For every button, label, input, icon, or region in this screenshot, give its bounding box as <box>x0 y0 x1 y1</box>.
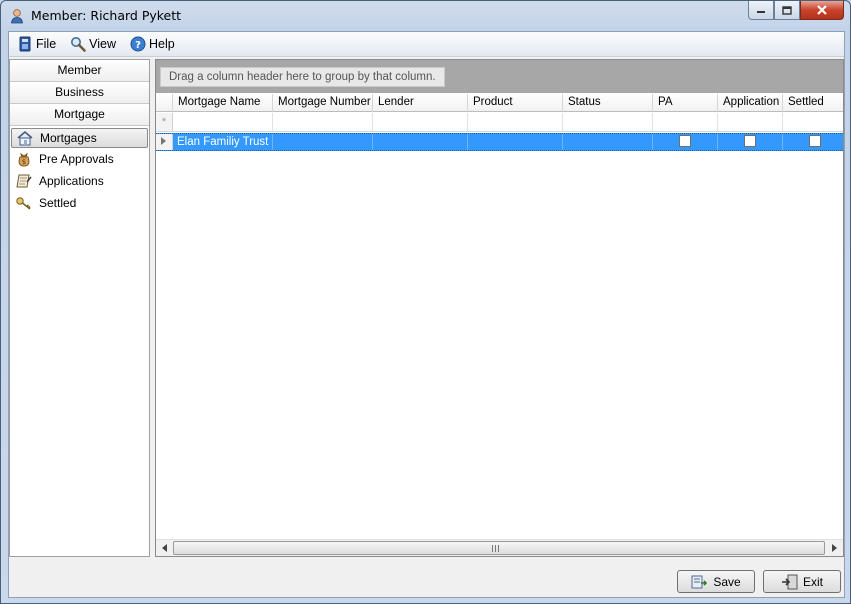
new-row-cell[interactable] <box>173 113 273 131</box>
group-by-hint: Drag a column header here to group by th… <box>160 67 445 87</box>
cell-pa[interactable] <box>653 134 718 150</box>
save-icon <box>691 575 708 588</box>
row-selector[interactable] <box>156 134 173 150</box>
cell-settled[interactable] <box>783 134 843 150</box>
nav-item-label: Settled <box>39 196 77 210</box>
menu-view[interactable]: View <box>70 36 116 52</box>
nav-group-member[interactable]: Member <box>10 60 149 82</box>
magnifier-icon <box>71 37 86 52</box>
current-row-arrow-icon <box>161 137 166 145</box>
scrollbar-thumb[interactable] <box>173 541 825 555</box>
svg-text:$: $ <box>22 158 26 166</box>
save-button-label: Save <box>713 574 741 589</box>
menu-file[interactable]: File <box>17 36 56 52</box>
nav-list: Mortgages $ Pre Approvals Applications S… <box>10 126 149 214</box>
new-row-marker: * <box>156 113 173 131</box>
cell-status[interactable] <box>563 134 653 150</box>
new-row-cell[interactable] <box>468 113 563 131</box>
window-title: Member: Richard Pykett <box>31 8 182 23</box>
file-icon <box>19 36 31 52</box>
new-row-cell[interactable] <box>653 113 718 131</box>
member-icon <box>11 9 23 24</box>
minimize-button[interactable] <box>748 1 774 20</box>
new-row-cell[interactable] <box>373 113 468 131</box>
cell-product[interactable] <box>468 134 563 150</box>
column-header-settled[interactable]: Settled <box>783 94 843 112</box>
help-icon: ? <box>130 36 146 52</box>
column-header-product[interactable]: Product <box>468 94 563 112</box>
save-button[interactable]: Save <box>677 570 755 593</box>
menu-bar: File View ? Help <box>9 32 844 57</box>
exit-button[interactable]: Exit <box>763 570 841 593</box>
nav-item-mortgages[interactable]: Mortgages <box>11 128 148 148</box>
menu-file-label: File <box>36 37 57 51</box>
mortgage-grid: Drag a column header here to group by th… <box>155 59 844 557</box>
new-row[interactable]: * <box>156 113 843 132</box>
scroll-left-button[interactable] <box>156 540 173 556</box>
cell-mortgage-number[interactable] <box>273 134 373 150</box>
table-row[interactable]: Elan Familiy Trust <box>156 133 843 151</box>
nav-item-pre-approvals[interactable]: $ Pre Approvals <box>11 148 148 170</box>
scrollbar-grip-icon <box>492 545 500 552</box>
exit-door-icon <box>781 574 798 589</box>
nav-group-mortgage[interactable]: Mortgage <box>10 104 149 126</box>
new-row-cell[interactable] <box>563 113 653 131</box>
cell-lender[interactable] <box>373 134 468 150</box>
new-row-cell[interactable] <box>718 113 783 131</box>
nav-item-label: Pre Approvals <box>39 152 114 166</box>
nav-item-label: Mortgages <box>40 131 97 145</box>
title-bar[interactable]: Member: Richard Pykett <box>1 1 850 31</box>
scroll-icon <box>16 174 32 188</box>
client-area: File View ? Help Member Business Mortgag… <box>8 31 845 598</box>
column-header-mortgage-number[interactable]: Mortgage Number <box>273 94 373 112</box>
exit-button-label: Exit <box>802 574 823 589</box>
cell-application[interactable] <box>718 134 783 150</box>
row-selector-header <box>156 94 173 112</box>
new-row-cell[interactable] <box>273 113 373 131</box>
menu-help[interactable]: ? Help <box>130 36 175 52</box>
main-window: Member: Richard Pykett File View ? Help … <box>0 0 851 604</box>
column-header-pa[interactable]: PA <box>653 94 718 112</box>
scroll-right-icon <box>831 544 837 552</box>
navigation-pane: Member Business Mortgage Mortgages $ Pre… <box>9 59 150 557</box>
money-bag-icon: $ <box>18 152 30 167</box>
close-button[interactable] <box>800 1 844 20</box>
caption-buttons <box>748 1 844 21</box>
svg-text:?: ? <box>135 40 141 51</box>
scroll-right-button[interactable] <box>826 540 843 556</box>
settled-checkbox[interactable] <box>809 135 821 147</box>
column-header-mortgage-name[interactable]: Mortgage Name <box>173 94 273 112</box>
house-icon <box>17 130 33 146</box>
cell-mortgage-name[interactable]: Elan Familiy Trust <box>173 134 273 150</box>
nav-item-settled[interactable]: Settled <box>11 192 148 214</box>
nav-group-business[interactable]: Business <box>10 82 149 104</box>
group-by-area[interactable]: Drag a column header here to group by th… <box>156 60 843 93</box>
grid-header: Mortgage Name Mortgage Number Lender Pro… <box>156 94 843 112</box>
scroll-left-icon <box>161 544 167 552</box>
menu-view-label: View <box>89 37 117 51</box>
nav-item-applications[interactable]: Applications <box>11 170 148 192</box>
application-checkbox[interactable] <box>744 135 756 147</box>
horizontal-scrollbar[interactable] <box>156 539 843 556</box>
minimize-icon <box>757 11 765 13</box>
nav-item-label: Applications <box>39 174 104 188</box>
close-icon <box>817 5 827 15</box>
key-icon <box>16 197 31 210</box>
menu-help-label: Help <box>149 37 175 51</box>
maximize-icon <box>782 5 792 15</box>
column-header-application[interactable]: Application <box>718 94 783 112</box>
pa-checkbox[interactable] <box>679 135 691 147</box>
column-header-lender[interactable]: Lender <box>373 94 468 112</box>
column-header-status[interactable]: Status <box>563 94 653 112</box>
maximize-button[interactable] <box>774 1 800 20</box>
